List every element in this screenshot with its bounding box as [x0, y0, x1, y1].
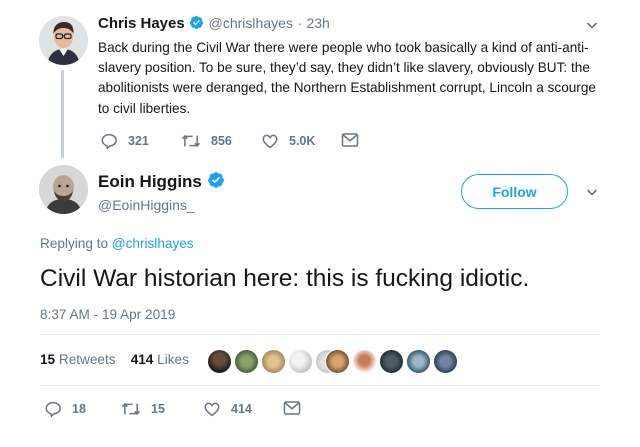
parent-tweet-time[interactable]: 23h	[306, 15, 329, 31]
chevron-down-icon[interactable]	[586, 185, 598, 203]
liker-avatar[interactable]	[261, 349, 286, 374]
likes-label: Likes	[157, 352, 189, 367]
parent-author-handle[interactable]: @chrislhayes	[209, 15, 293, 31]
verified-badge-icon	[207, 171, 225, 194]
liker-avatar[interactable]	[406, 349, 431, 374]
direct-message-icon	[341, 133, 359, 147]
chevron-down-icon[interactable]	[586, 18, 598, 36]
retweet-button[interactable]: 15	[121, 400, 165, 418]
like-icon	[204, 402, 220, 417]
retweet-icon	[181, 134, 201, 148]
follow-button[interactable]: Follow	[461, 174, 568, 209]
reply-count: 18	[72, 402, 86, 416]
main-tweet-text: Civil War historian here: this is fuckin…	[40, 265, 530, 292]
verified-badge-icon	[189, 15, 204, 35]
retweet-count: 15	[151, 402, 165, 416]
retweets-stat[interactable]: 15 Retweets	[40, 352, 116, 367]
retweet-total: 15	[40, 352, 56, 367]
like-icon	[262, 134, 278, 149]
like-count: 414	[231, 402, 252, 416]
tweet-timestamp[interactable]: 8:37 AM - 19 Apr 2019	[40, 307, 175, 322]
replying-to-handle-link[interactable]: @chrislhayes	[112, 236, 194, 251]
message-button[interactable]	[283, 400, 311, 416]
replying-to-label: Replying to	[40, 236, 109, 251]
liker-avatar[interactable]	[325, 349, 350, 374]
parent-tweet-header: Chris Hayes @chrislhayes · 23h	[98, 15, 330, 35]
main-author-handle[interactable]: @EoinHiggins_	[98, 197, 195, 213]
parent-reply-button[interactable]: 321	[100, 132, 149, 150]
divider	[40, 385, 600, 386]
main-author-avatar[interactable]	[39, 165, 88, 214]
retweets-label: Retweets	[58, 352, 116, 367]
thread-connector-line	[61, 70, 64, 158]
liker-avatar[interactable]	[433, 349, 458, 374]
like-button[interactable]: 414	[203, 400, 252, 418]
parent-author-name[interactable]: Chris Hayes	[98, 15, 185, 32]
parent-like-count: 5.0K	[289, 134, 316, 148]
parent-author-avatar[interactable]	[39, 16, 88, 65]
liker-avatar[interactable]	[234, 349, 259, 374]
liker-avatar[interactable]	[379, 349, 404, 374]
parent-retweet-button[interactable]: 856	[181, 132, 232, 150]
parent-retweet-count: 856	[211, 134, 232, 148]
liker-avatar[interactable]	[207, 349, 232, 374]
liker-avatar[interactable]	[288, 349, 313, 374]
parent-like-button[interactable]: 5.0K	[261, 132, 315, 150]
main-author-name-row: Eoin Higgins	[98, 171, 225, 194]
reply-button[interactable]: 18	[44, 400, 86, 418]
separator-dot: ·	[297, 15, 302, 31]
liker-avatar[interactable]	[352, 349, 377, 374]
replying-to-line: Replying to @chrislhayes	[40, 236, 194, 251]
reply-icon	[45, 401, 61, 418]
parent-tweet-text: Back during the Civil War there were peo…	[98, 40, 596, 116]
reply-icon	[101, 133, 117, 150]
likes-stat[interactable]: 414 Likes	[131, 352, 189, 367]
retweet-icon	[121, 402, 141, 416]
divider	[40, 334, 600, 335]
parent-reply-count: 321	[128, 134, 149, 148]
direct-message-icon	[283, 401, 301, 415]
engagement-stats: 15 Retweets 414 Likes	[40, 352, 189, 367]
main-author-name[interactable]: Eoin Higgins	[98, 172, 202, 191]
parent-message-button[interactable]	[341, 132, 369, 148]
like-total: 414	[130, 352, 154, 367]
